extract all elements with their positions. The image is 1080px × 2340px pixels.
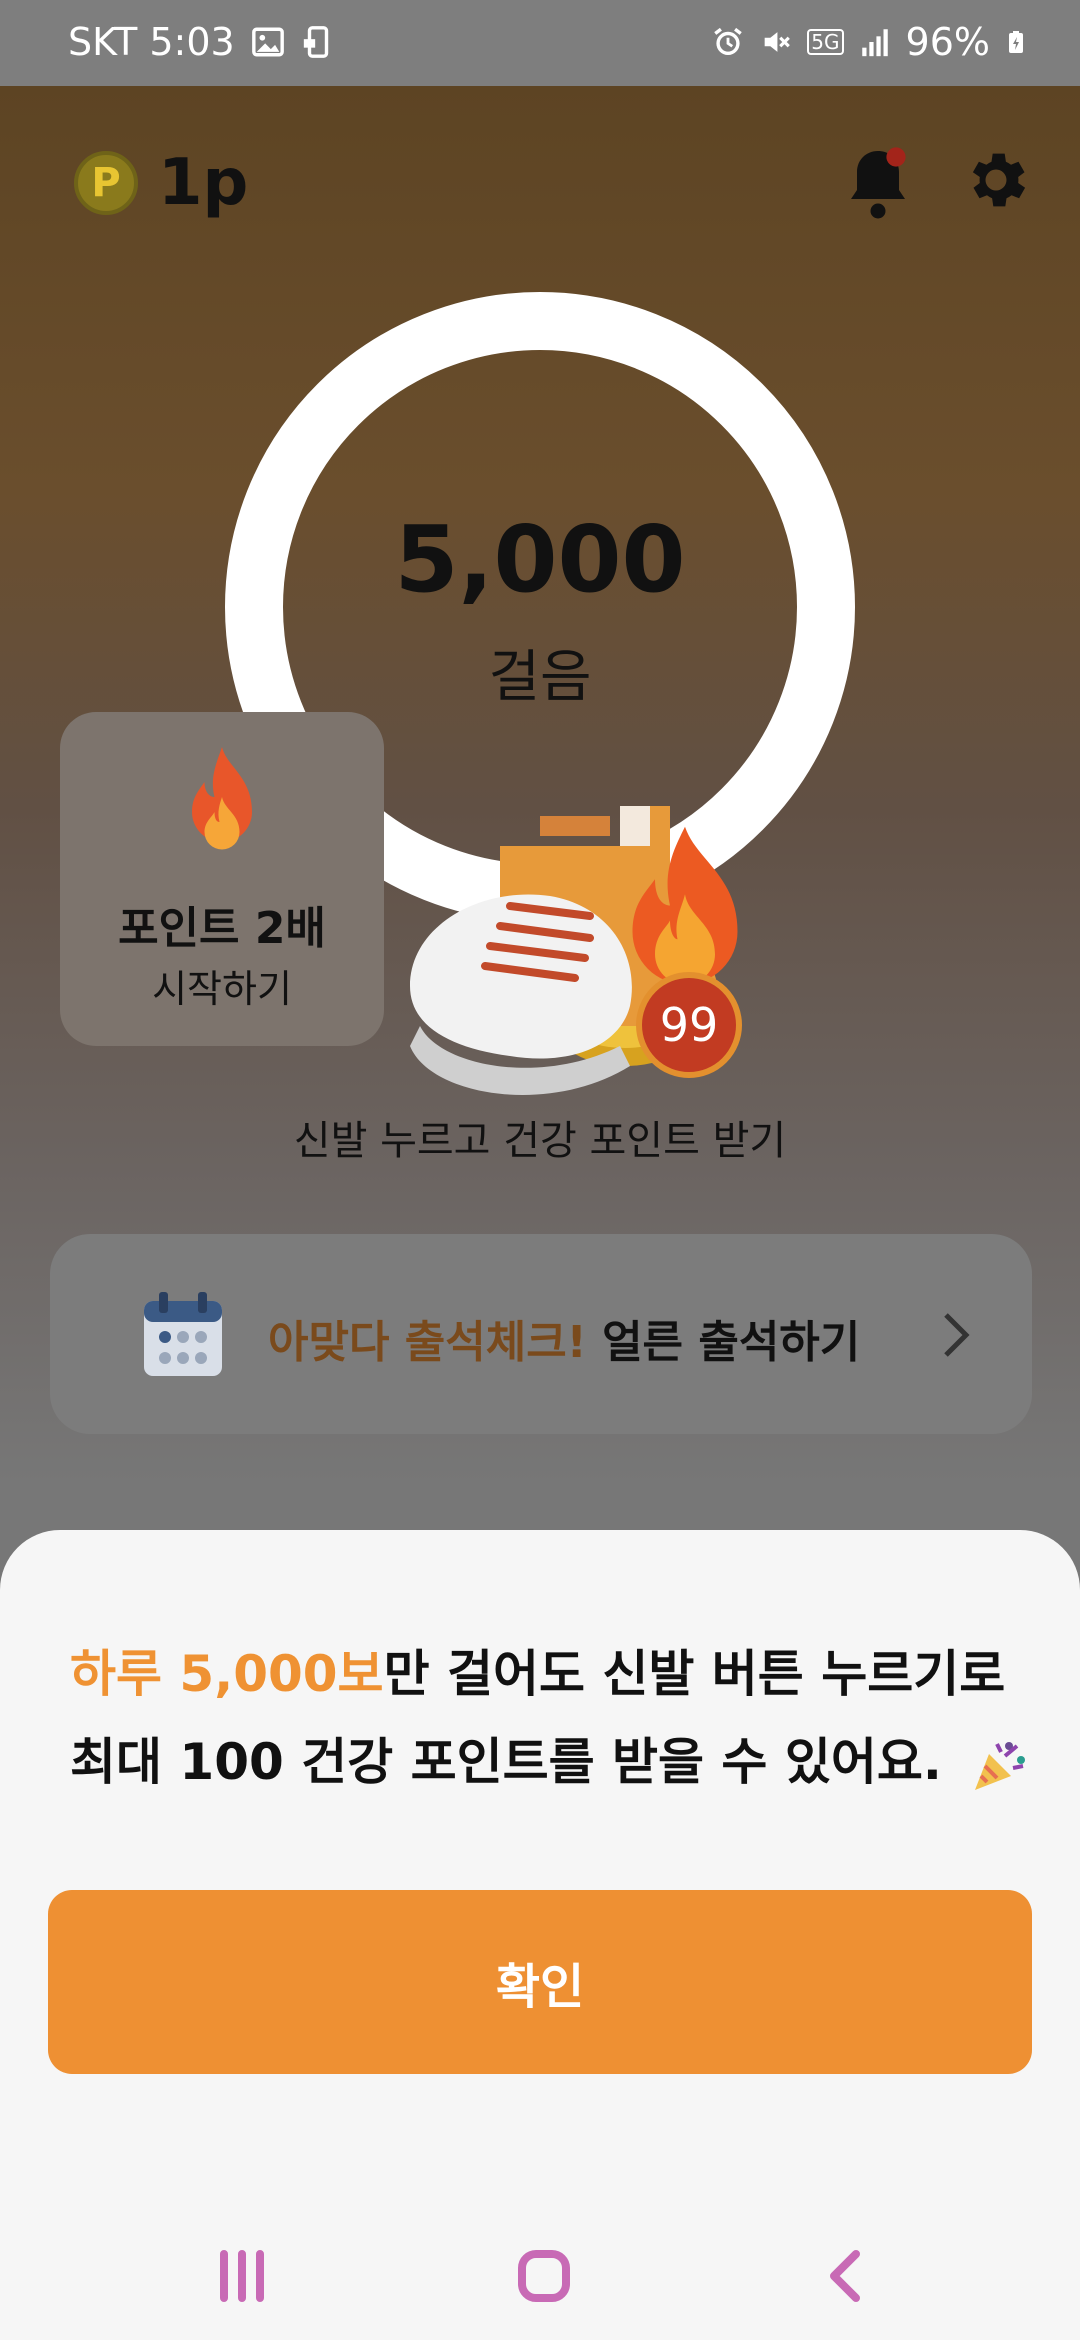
points-display[interactable]: P 1p — [74, 146, 248, 220]
sheet-highlight: 하루 5,000보 — [70, 1645, 384, 1703]
step-count: 5,000 — [394, 506, 686, 613]
battery-charging-icon — [1009, 31, 1023, 53]
party-popper-icon — [975, 1741, 1026, 1790]
attendance-text: 아맞다 출석체크! 얼른 출석하기 — [268, 1306, 860, 1370]
status-left: SKT 5:03 — [68, 20, 335, 64]
gallery-icon — [251, 27, 284, 57]
recent-apps-icon[interactable] — [212, 2246, 272, 2306]
shoe-hint-text: 신발 누르고 건강 포인트 받기 — [293, 1118, 787, 1164]
screenshot-icon — [303, 26, 328, 58]
fire-icon — [192, 747, 252, 850]
calendar-icon — [144, 1292, 222, 1376]
network-type: 5G — [807, 29, 844, 55]
alarm-icon — [714, 27, 743, 56]
signal-icon — [861, 29, 888, 57]
sheet-line2-text: 최대 100 건강 포인트를 받을 수 있어요. — [70, 1733, 942, 1791]
attendance-check-banner[interactable]: 아맞다 출석체크! 얼른 출석하기 — [50, 1234, 1032, 1434]
double-points-subtitle: 시작하기 — [152, 967, 292, 1011]
status-bar: SKT 5:03 5G 96% — [0, 0, 1080, 86]
streak-count-badge: 99 — [636, 972, 742, 1078]
attendance-cta: 얼른 출석하기 — [586, 1317, 861, 1368]
point-coin-icon: P — [74, 151, 138, 215]
home-icon[interactable] — [514, 2246, 574, 2306]
attendance-highlight: 아맞다 출석체크! — [268, 1317, 587, 1368]
sheet-line1-rest: 만 걸어도 신발 버튼 누르기로 — [383, 1645, 1006, 1703]
system-nav-bar — [0, 2210, 1080, 2340]
double-points-title: 포인트 2배 — [118, 903, 326, 954]
carrier-time: SKT 5:03 — [68, 20, 235, 64]
back-icon[interactable] — [816, 2246, 876, 2306]
confirm-button[interactable]: 확인 — [48, 1890, 1032, 2074]
points-value: 1p — [158, 146, 249, 220]
step-unit-label: 걸음 — [488, 645, 592, 710]
status-right: 5G 96% — [711, 20, 1028, 64]
sheet-message-line1: 하루 5,000보만 걸어도 신발 버튼 누르기로 — [70, 1634, 1005, 1706]
settings-gear-icon[interactable] — [960, 144, 1032, 216]
battery-percent: 96% — [905, 20, 990, 64]
notification-bell-icon[interactable] — [842, 144, 914, 224]
mute-icon — [764, 32, 791, 52]
chevron-right-icon — [944, 1313, 970, 1357]
double-points-button[interactable]: 포인트 2배 시작하기 — [60, 712, 384, 1046]
sheet-message-line2: 최대 100 건강 포인트를 받을 수 있어요. — [70, 1722, 1029, 1796]
